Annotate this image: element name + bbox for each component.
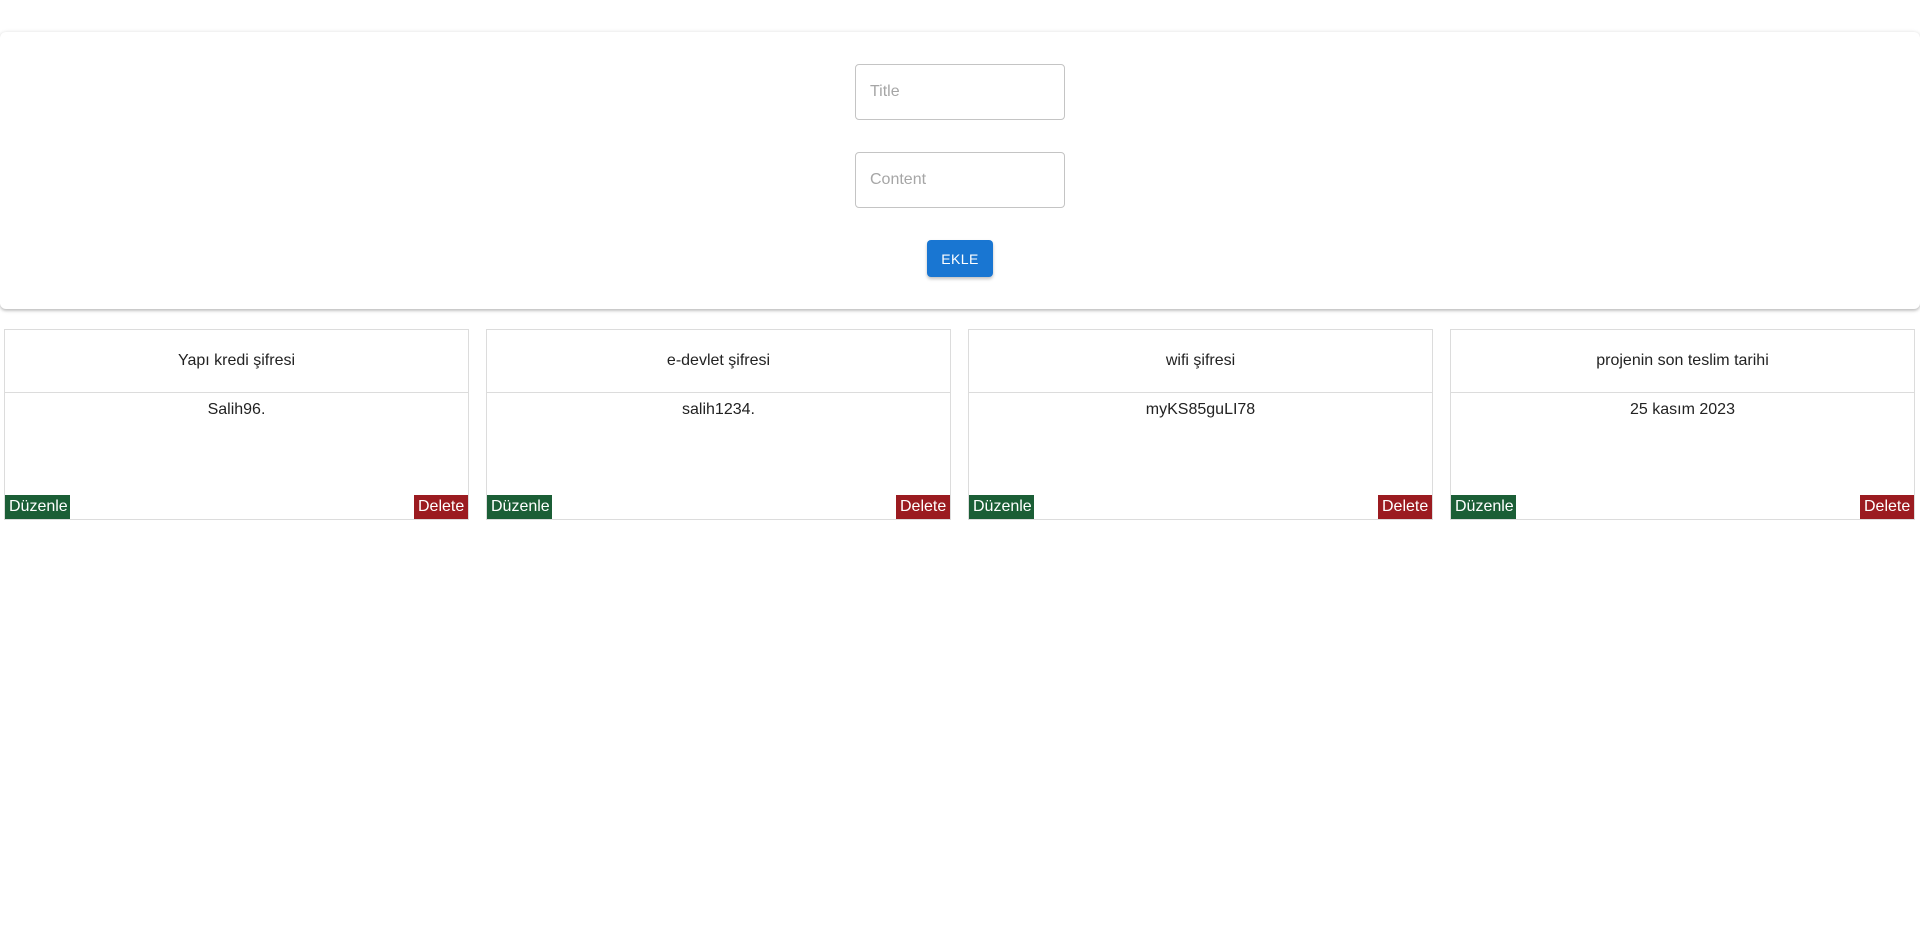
note-content: salih1234.	[682, 401, 755, 418]
delete-button[interactable]: Delete	[414, 495, 468, 519]
notes-list: Yapı kredi şifresi Salih96. Düzenle Dele…	[4, 329, 1916, 521]
note-title: e-devlet şifresi	[487, 330, 950, 393]
note-title: Yapı kredi şifresi	[5, 330, 468, 393]
edit-button[interactable]: Düzenle	[487, 495, 552, 519]
note-title: wifi şifresi	[969, 330, 1432, 393]
delete-button[interactable]: Delete	[896, 495, 950, 519]
edit-button[interactable]: Düzenle	[1451, 495, 1516, 519]
note-card: e-devlet şifresi salih1234. Düzenle Dele…	[486, 329, 951, 520]
delete-button[interactable]: Delete	[1860, 495, 1914, 519]
note-card: Yapı kredi şifresi Salih96. Düzenle Dele…	[4, 329, 469, 520]
note-card: projenin son teslim tarihi 25 kasım 2023…	[1450, 329, 1915, 520]
note-card: wifi şifresi myKS85guLI78 Düzenle Delete	[968, 329, 1433, 520]
edit-button[interactable]: Düzenle	[5, 495, 70, 519]
note-content: 25 kasım 2023	[1630, 401, 1735, 418]
content-input[interactable]	[855, 152, 1065, 208]
note-content: myKS85guLI78	[1145, 401, 1256, 418]
note-content: Salih96.	[207, 401, 266, 418]
add-button[interactable]: EKLE	[927, 240, 993, 277]
title-input[interactable]	[855, 64, 1065, 120]
note-form-panel: EKLE	[0, 32, 1920, 309]
delete-button[interactable]: Delete	[1378, 495, 1432, 519]
note-title: projenin son teslim tarihi	[1451, 330, 1914, 393]
edit-button[interactable]: Düzenle	[969, 495, 1034, 519]
